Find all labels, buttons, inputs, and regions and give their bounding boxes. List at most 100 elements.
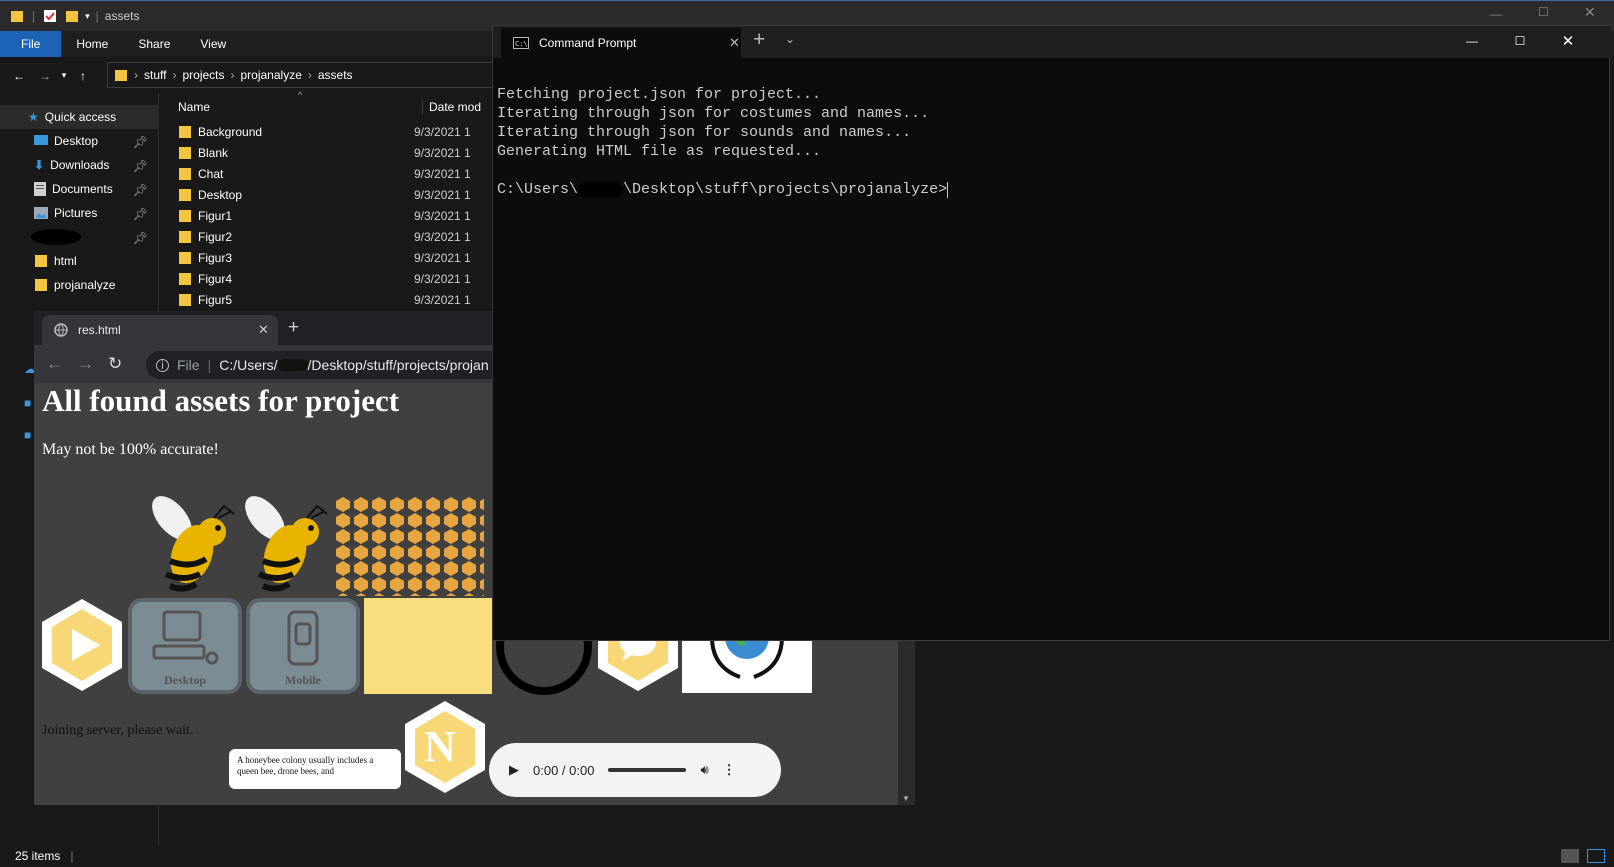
address-bar[interactable]: › stuff › projects › projanalyze › asset… [107,62,497,88]
joining-server-text: Joining server, please wait. [42,723,194,738]
breadcrumb-projanalyze[interactable]: projanalyze [241,68,302,82]
back-arrow-icon[interactable]: ← [46,354,63,374]
dropdown-chevron-icon[interactable]: ⌄ [785,32,795,46]
new-tab-icon[interactable]: + [288,317,299,339]
sidebar-item-label: Documents [52,182,113,196]
play-icon[interactable]: ▶ [509,762,519,778]
sidebar-item-documents[interactable]: Documents 📌︎ [0,177,158,201]
more-options-icon[interactable]: ⋮ [723,762,736,778]
file-row[interactable]: Desktop 9/3/2021 1 [160,184,490,205]
details-view-icon[interactable] [1561,849,1579,863]
close-button[interactable]: ✕ [1545,26,1591,56]
new-tab-icon[interactable]: + [753,28,765,52]
file-name: Figur3 [198,250,233,265]
pin-icon[interactable]: 📌︎ [133,231,148,245]
info-icon[interactable]: i [156,358,169,372]
forward-arrow-icon[interactable]: → [77,354,94,374]
file-row[interactable]: Background 9/3/2021 1 [160,121,490,142]
volume-icon[interactable]: 🔊︎ [700,762,708,778]
bee-image [245,496,328,592]
close-tab-icon[interactable]: ✕ [258,322,269,338]
maximize-button[interactable]: ☐ [1538,5,1549,19]
url-part: /Desktop/stuff/projects/projan [307,357,489,373]
breadcrumb-separator: › [307,68,312,82]
redaction-scribble [578,181,624,198]
minimize-button[interactable]: — [1490,7,1502,21]
file-name-cell: Figur1 [160,209,414,223]
audio-progress-bar[interactable] [608,768,687,772]
close-tab-icon[interactable]: ✕ [729,35,740,51]
sidebar-item-projanalyze[interactable]: projanalyze [0,273,158,297]
up-arrow-icon[interactable]: ↑ [71,64,95,88]
maximize-button[interactable]: ☐ [1497,26,1543,56]
file-row[interactable]: Figur1 9/3/2021 1 [160,205,490,226]
file-date: 9/3/2021 1 [414,229,471,244]
folder-icon [34,254,48,268]
folder-icon [178,272,192,286]
file-row[interactable]: Figur4 9/3/2021 1 [160,268,490,289]
file-row[interactable]: Blank 9/3/2021 1 [160,142,490,163]
tab-view[interactable]: View [185,31,241,57]
tab-share[interactable]: Share [123,31,185,57]
sidebar-item-desktop[interactable]: Desktop 📌︎ [0,129,158,153]
separator: | [70,849,74,863]
sidebar-item-html[interactable]: html [0,249,158,273]
new-folder-icon[interactable] [65,9,79,23]
this-pc-icon[interactable]: ■ [24,396,31,410]
download-icon: ⬇ [34,158,45,172]
browser-tab[interactable]: res.html ✕ [42,315,278,345]
sidebar-item-quick-access[interactable]: ★ Quick access [0,105,158,129]
folder-icon [178,251,192,265]
breadcrumb-separator: › [172,68,177,82]
page-title: All found assets for project [42,383,400,418]
breadcrumb-stuff[interactable]: stuff [144,68,166,82]
file-row[interactable]: Figur3 9/3/2021 1 [160,247,490,268]
file-row[interactable]: Figur5 9/3/2021 1 [160,289,490,310]
pin-icon[interactable]: 📌︎ [133,183,148,197]
sidebar-item-downloads[interactable]: ⬇ Downloads 📌︎ [0,153,158,177]
phone-icon [287,610,319,666]
terminal-output[interactable]: Fetching project.json for project... Iter… [497,66,949,237]
recent-locations-chevron-icon[interactable]: ▾ [57,64,71,88]
quick-access-dropdown-icon[interactable]: ▾ [85,11,90,22]
file-date: 9/3/2021 1 [414,250,471,265]
sidebar-item-pictures[interactable]: Pictures 📌︎ [0,201,158,225]
bee-image [152,496,235,592]
breadcrumb-assets[interactable]: assets [318,68,353,82]
sidebar-item-redacted[interactable]: 📌︎ [0,225,158,249]
pin-icon[interactable]: 📌︎ [133,135,148,149]
file-row[interactable]: Chat 9/3/2021 1 [160,163,490,184]
close-button[interactable]: ✕ [1584,4,1596,21]
file-name-cell: Figur2 [160,230,414,244]
audio-player[interactable]: ▶ 0:00 / 0:00 🔊︎ ⋮ [489,743,781,797]
tab-file[interactable]: File [0,31,62,57]
column-header-name[interactable]: Name [160,100,422,114]
yellow-background-image [364,598,492,694]
properties-icon[interactable] [43,9,57,23]
omnibox[interactable]: i File | C:/Users/ /Desktop/stuff/project… [146,351,506,379]
file-name-cell: Figur5 [160,293,414,307]
file-row[interactable]: Figur2 9/3/2021 1 [160,226,490,247]
prompt-part: \Desktop\stuff\projects\projanalyze> [623,181,948,198]
reload-icon[interactable]: ↻ [108,354,122,374]
file-date: 9/3/2021 1 [414,271,471,286]
forward-arrow-icon[interactable]: → [33,64,57,88]
large-icons-view-icon[interactable] [1587,849,1605,863]
url-text: C:/Users/ /Desktop/stuff/projects/projan [219,357,488,373]
svg-text:C:\: C:\ [515,40,528,48]
minimize-button[interactable]: — [1449,26,1495,56]
network-icon[interactable]: ■ [24,428,31,442]
breadcrumb-projects[interactable]: projects [182,68,224,82]
folder-icon [178,293,192,307]
terminal-tab[interactable]: C:\ Command Prompt ✕ [501,28,741,58]
pin-icon[interactable]: 📌︎ [133,207,148,221]
file-date: 9/3/2021 1 [414,292,471,307]
tab-home[interactable]: Home [61,31,123,57]
back-arrow-icon[interactable]: ← [7,64,31,88]
column-header-date[interactable]: Date mod [422,100,481,114]
pin-icon[interactable]: 📌︎ [133,159,148,173]
file-name: Figur2 [198,229,233,244]
scroll-down-arrow-icon[interactable]: ▼ [902,794,910,803]
separator: | [32,9,36,23]
